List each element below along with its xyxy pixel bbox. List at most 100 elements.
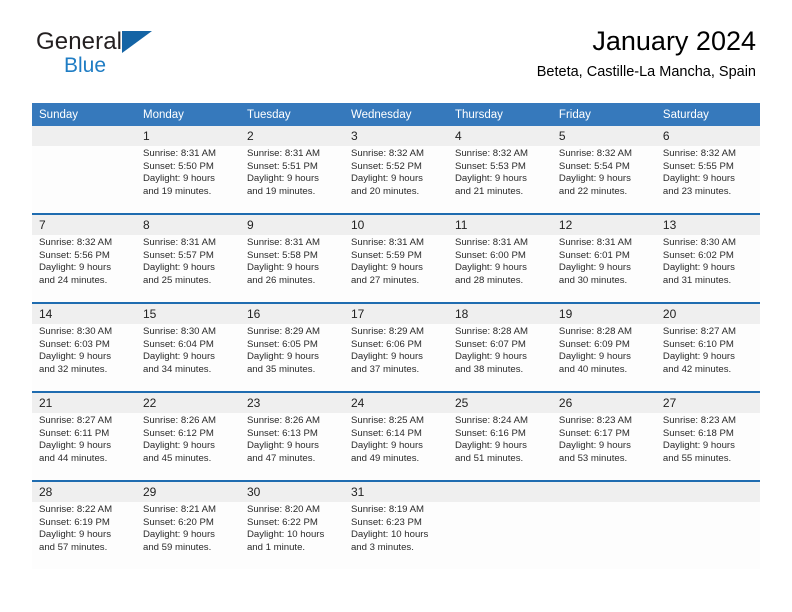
- day-info-line: and 22 minutes.: [558, 185, 628, 197]
- day-info-line: Sunrise: 8:29 AM: [350, 326, 425, 337]
- day-info-line: and 42 minutes.: [662, 363, 732, 375]
- day-number[interactable]: 4: [447, 126, 552, 146]
- day-info-line: Sunset: 5:50 PM: [142, 160, 214, 172]
- day-info-line: Sunrise: 8:26 AM: [142, 415, 217, 426]
- day-sun-info: Sunrise: 8:32 AM Sunset: 5:55 PM Daylight:…: [655, 146, 760, 213]
- day-info-line: Sunrise: 8:31 AM: [558, 237, 632, 248]
- day-info-line: Daylight: 9 hours: [454, 351, 527, 363]
- day-number[interactable]: 21: [32, 393, 136, 413]
- day-sun-info: Sunrise: 8:30 AM Sunset: 6:02 PM Daylight:…: [655, 235, 760, 302]
- day-info-line: Daylight: 10 hours: [350, 529, 429, 541]
- day-number[interactable]: 19: [551, 304, 656, 324]
- day-info-line: Sunrise: 8:30 AM: [662, 237, 736, 248]
- day-info-line: and 45 minutes.: [142, 452, 212, 464]
- day-number[interactable]: 1: [135, 126, 240, 146]
- day-sun-info: Sunrise: 8:24 AM Sunset: 6:16 PM Daylight:…: [447, 413, 552, 480]
- calendar-table: Sunday Monday Tuesday Wednesday Thursday…: [32, 103, 760, 569]
- day-info-line: Daylight: 9 hours: [558, 440, 631, 452]
- day-number[interactable]: 29: [135, 482, 240, 502]
- day-number[interactable]: 20: [655, 304, 760, 324]
- day-info-line: Daylight: 9 hours: [350, 173, 423, 185]
- week-info-row: Sunrise: 8:22 AM Sunset: 6:19 PM Daylight:…: [32, 502, 760, 569]
- weekday-header-friday: Friday: [551, 103, 656, 126]
- day-number[interactable]: 8: [135, 215, 240, 235]
- day-info-line: Sunset: 6:19 PM: [39, 516, 110, 528]
- day-info-line: Sunrise: 8:32 AM: [558, 148, 632, 159]
- day-number[interactable]: 25: [447, 393, 552, 413]
- day-number[interactable]: 11: [447, 215, 552, 235]
- day-sun-info: Sunrise: 8:30 AM Sunset: 6:04 PM Daylight:…: [135, 324, 240, 391]
- day-number[interactable]: 23: [239, 393, 344, 413]
- day-info-line: Sunrise: 8:32 AM: [454, 148, 528, 159]
- day-info-line: Sunrise: 8:27 AM: [39, 415, 113, 426]
- day-info-line: and 23 minutes.: [662, 185, 732, 197]
- title-block: January 2024 Beteta, Castille-La Mancha,…: [537, 26, 756, 80]
- day-number[interactable]: 30: [239, 482, 344, 502]
- general-blue-logo: General Blue: [36, 30, 153, 77]
- day-info-line: and 47 minutes.: [246, 452, 316, 464]
- day-sun-info: Sunrise: 8:29 AM Sunset: 6:05 PM Daylight:…: [239, 324, 344, 391]
- day-info-line: Daylight: 9 hours: [246, 351, 319, 363]
- week-daynumber-row: 14 15 16 17 18 19 20: [32, 304, 760, 324]
- day-number[interactable]: 14: [32, 304, 136, 324]
- day-info-line: Daylight: 9 hours: [246, 262, 319, 274]
- day-number[interactable]: 10: [343, 215, 448, 235]
- day-number[interactable]: 22: [135, 393, 240, 413]
- day-number[interactable]: 5: [551, 126, 656, 146]
- day-info-line: Sunset: 5:59 PM: [350, 249, 422, 261]
- day-info-line: and 30 minutes.: [558, 274, 628, 286]
- day-info-line: Sunset: 6:01 PM: [558, 249, 630, 261]
- day-info-line: and 55 minutes.: [662, 452, 732, 464]
- day-info-line: and 25 minutes.: [142, 274, 212, 286]
- day-info-line: and 37 minutes.: [350, 363, 420, 375]
- weekday-header-wednesday: Wednesday: [343, 103, 448, 126]
- day-info-line: Sunrise: 8:20 AM: [246, 504, 321, 515]
- day-info-line: Sunset: 6:17 PM: [558, 427, 630, 439]
- logo-word-blue: Blue: [64, 54, 107, 77]
- weekday-header-row: Sunday Monday Tuesday Wednesday Thursday…: [32, 103, 760, 126]
- day-info-line: Sunset: 6:18 PM: [662, 427, 734, 439]
- day-sun-info: Sunrise: 8:26 AM Sunset: 6:13 PM Daylight:…: [239, 413, 344, 480]
- day-sun-info: Sunrise: 8:31 AM Sunset: 6:00 PM Daylight:…: [447, 235, 552, 302]
- day-number[interactable]: 6: [655, 126, 760, 146]
- day-info-line: Daylight: 9 hours: [350, 440, 423, 452]
- day-number[interactable]: 17: [343, 304, 448, 324]
- day-number[interactable]: 12: [551, 215, 656, 235]
- day-info-line: Daylight: 9 hours: [246, 173, 319, 185]
- day-info-line: Sunrise: 8:28 AM: [454, 326, 528, 337]
- day-info-line: Sunrise: 8:21 AM: [142, 504, 217, 515]
- day-info-line: Sunrise: 8:25 AM: [350, 415, 425, 426]
- day-info-line: Daylight: 9 hours: [558, 262, 631, 274]
- day-info-line: Sunset: 5:53 PM: [454, 160, 526, 172]
- day-number[interactable]: 27: [655, 393, 760, 413]
- day-number[interactable]: 28: [32, 482, 136, 502]
- day-number[interactable]: 24: [343, 393, 448, 413]
- day-info-line: Sunrise: 8:31 AM: [246, 148, 321, 159]
- day-sun-info: Sunrise: 8:31 AM Sunset: 5:50 PM Daylight:…: [135, 146, 240, 213]
- day-number[interactable]: 13: [655, 215, 760, 235]
- week-info-row: Sunrise: 8:27 AM Sunset: 6:11 PM Daylight:…: [32, 413, 760, 480]
- week-daynumber-row: 7 8 9 10 11 12 13: [32, 215, 760, 235]
- day-number-empty: [32, 126, 136, 146]
- day-info-line: and 31 minutes.: [662, 274, 732, 286]
- day-number[interactable]: 18: [447, 304, 552, 324]
- day-info-line: Daylight: 10 hours: [246, 529, 325, 541]
- day-info-line: Sunset: 5:51 PM: [246, 160, 318, 172]
- day-number[interactable]: 31: [343, 482, 448, 502]
- day-info-line: Sunset: 5:57 PM: [142, 249, 214, 261]
- day-sun-info-empty: [447, 502, 552, 569]
- day-number[interactable]: 26: [551, 393, 656, 413]
- day-number[interactable]: 3: [343, 126, 448, 146]
- day-sun-info: Sunrise: 8:19 AM Sunset: 6:23 PM Daylight:…: [343, 502, 448, 569]
- day-info-line: Sunrise: 8:26 AM: [246, 415, 321, 426]
- day-number[interactable]: 16: [239, 304, 344, 324]
- day-info-line: Sunset: 6:04 PM: [142, 338, 214, 350]
- day-info-line: and 34 minutes.: [142, 363, 212, 375]
- day-number[interactable]: 7: [32, 215, 136, 235]
- day-number[interactable]: 15: [135, 304, 240, 324]
- day-info-line: Sunset: 6:03 PM: [39, 338, 110, 350]
- day-number[interactable]: 2: [239, 126, 344, 146]
- page-subtitle: Beteta, Castille-La Mancha, Spain: [536, 64, 756, 81]
- day-info-line: Sunrise: 8:29 AM: [246, 326, 321, 337]
- day-number[interactable]: 9: [239, 215, 344, 235]
